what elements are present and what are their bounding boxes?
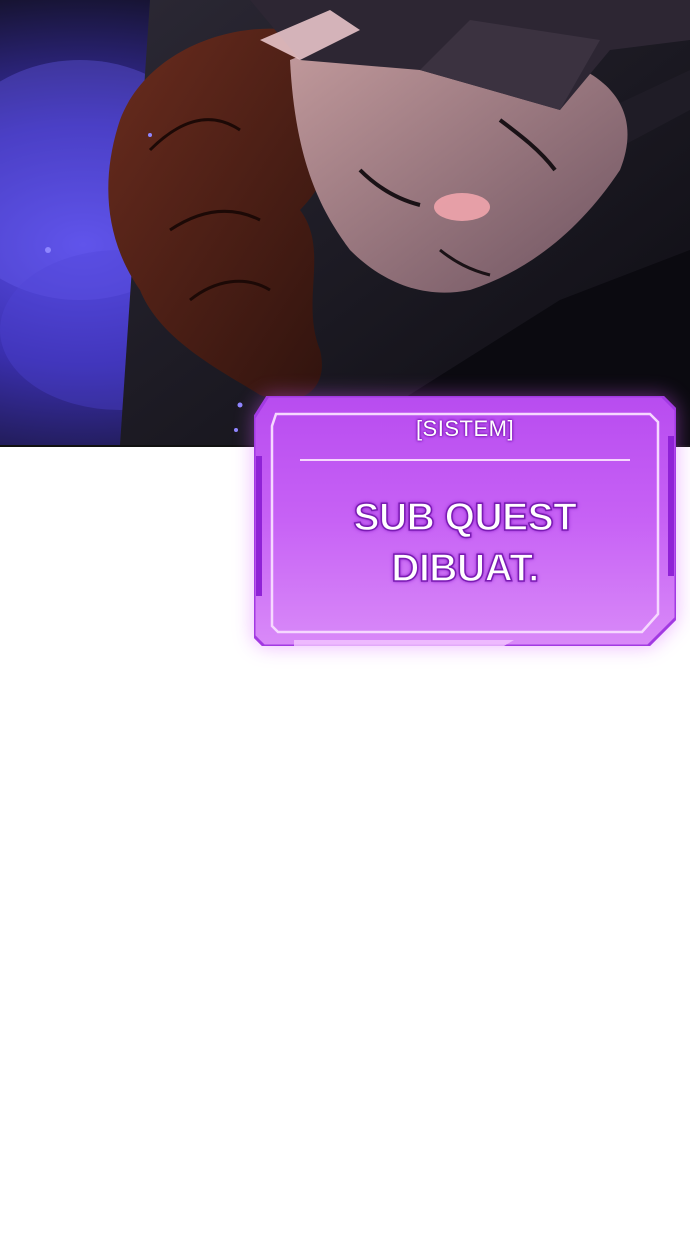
system-message-line1: SUB QUEST	[353, 495, 578, 540]
system-message: SUB QUEST DIBUAT.	[254, 492, 676, 594]
system-notification-window: [SISTEM] SUB QUEST DIBUAT.	[254, 396, 676, 646]
header-divider	[300, 459, 630, 461]
comic-panel-illustration	[0, 0, 690, 447]
system-message-line2: DIBUAT.	[391, 546, 540, 591]
system-header-label: [SISTEM]	[415, 416, 515, 441]
scene-art	[0, 0, 690, 445]
